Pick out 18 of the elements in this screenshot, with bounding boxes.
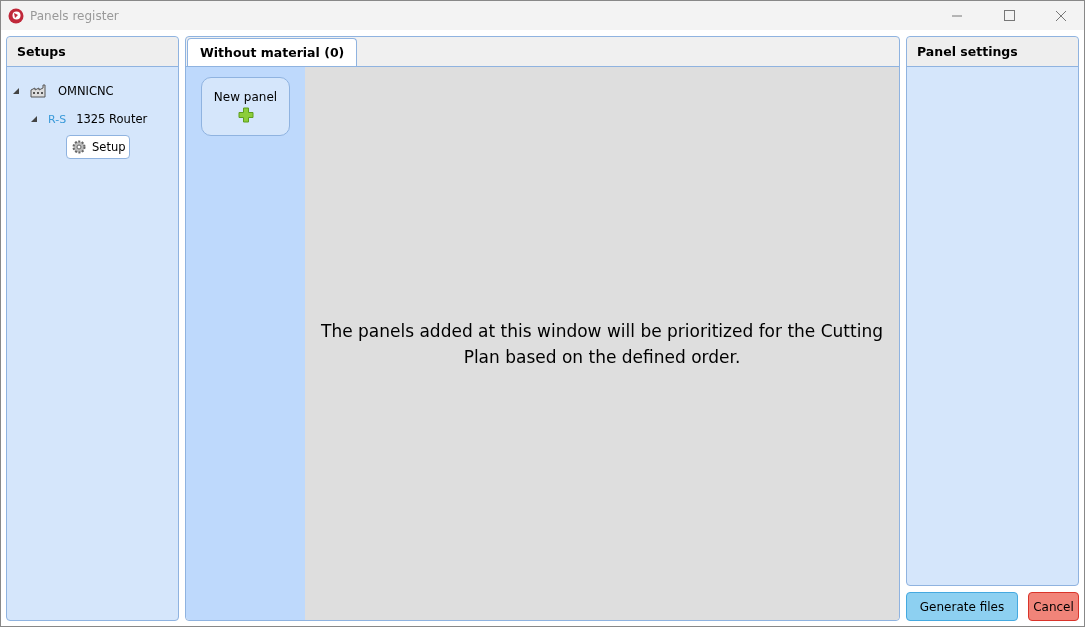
factory-icon [30, 84, 48, 98]
new-panel-button[interactable]: New panel [201, 77, 290, 136]
panel-header: Setups [7, 37, 178, 67]
expand-triangle-icon[interactable] [31, 116, 37, 122]
app-logo-icon [8, 7, 24, 24]
tree-item[interactable]: 1325 Router [71, 108, 153, 130]
info-message: The panels added at this window will be prioritized for the Cutting Plan based on the defined order. [320, 319, 884, 369]
cancel-button[interactable]: Cancel [1028, 592, 1079, 621]
expand-triangle-icon[interactable] [13, 88, 19, 94]
plus-icon [237, 107, 254, 123]
tab[interactable]: Without material (0) [187, 38, 358, 66]
generate-button[interactable]: Generate files [906, 592, 1018, 621]
tree-item[interactable]: Setup [66, 135, 131, 159]
machine-code-label: R-S [48, 112, 67, 126]
gear-icon [71, 139, 87, 155]
tree-item[interactable]: OMNICNC [53, 80, 119, 102]
window-title: Panels register [30, 8, 119, 23]
panel-header: Panel settings [907, 37, 1078, 67]
